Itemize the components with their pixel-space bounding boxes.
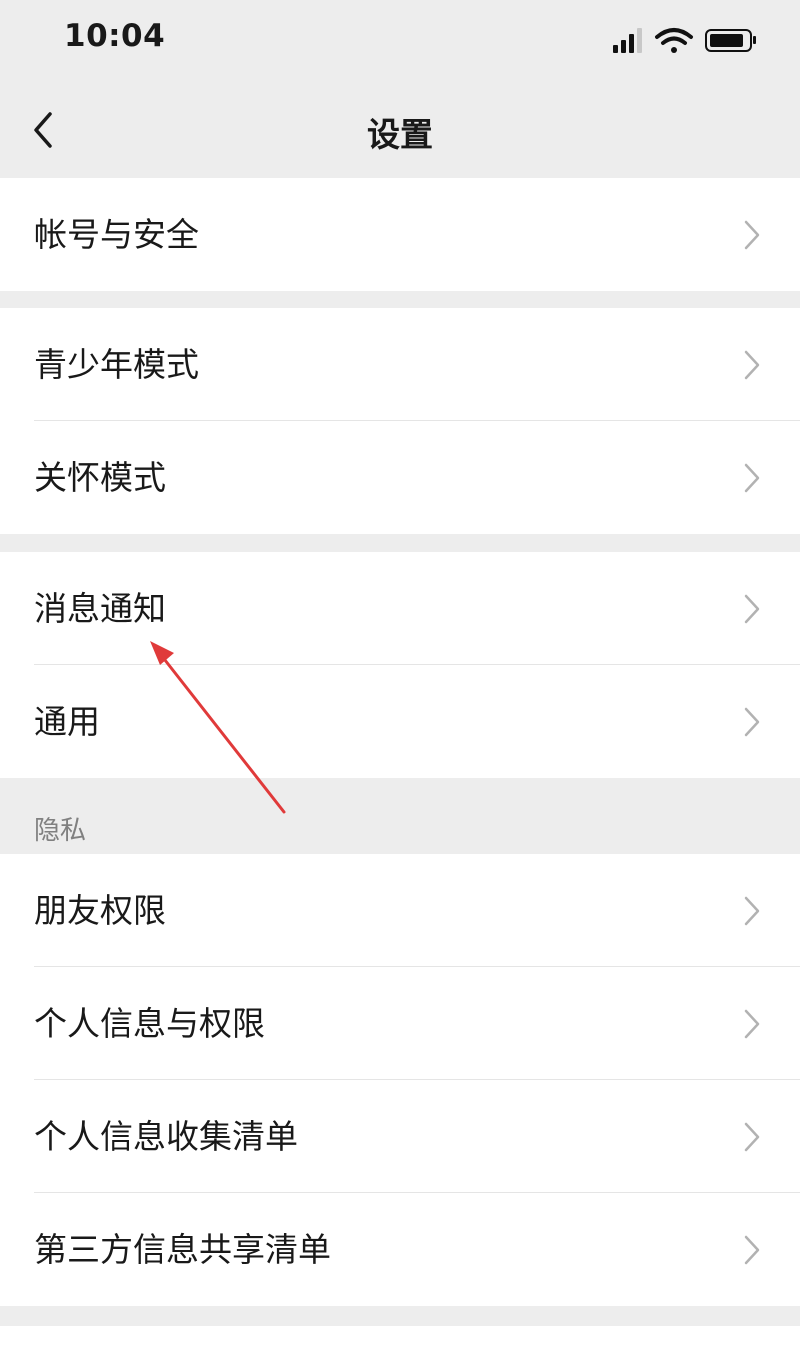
settings-item-label: 关怀模式: [34, 458, 166, 497]
status-icons: [613, 28, 756, 53]
chevron-right-icon: [744, 1009, 760, 1039]
chevron-right-icon: [744, 220, 760, 250]
page-title: 设置: [367, 115, 433, 154]
chevron-right-icon: [744, 594, 760, 624]
settings-item-teen-mode[interactable]: 青少年模式: [0, 308, 800, 421]
status-bar: 10:04: [0, 0, 800, 80]
chevron-right-icon: [744, 896, 760, 926]
settings-group-general: 消息通知 通用: [0, 552, 800, 778]
settings-item-label: 帐号与安全: [34, 215, 199, 254]
settings-item-care-mode[interactable]: 关怀模式: [0, 421, 800, 534]
settings-group-modes: 青少年模式 关怀模式: [0, 308, 800, 534]
settings-group-privacy: 朋友权限 个人信息与权限 个人信息收集清单 第三方信息共享清单: [0, 854, 800, 1306]
settings-item-friend-permissions[interactable]: 朋友权限: [0, 854, 800, 967]
settings-item-label: 个人信息收集清单: [34, 1117, 298, 1156]
nav-bar: 设置: [0, 80, 800, 178]
settings-group-next: [0, 1326, 800, 1366]
cellular-signal-icon: [613, 28, 642, 53]
settings-item-label: 消息通知: [34, 589, 166, 628]
chevron-right-icon: [744, 463, 760, 493]
settings-item-label: 个人信息与权限: [34, 1004, 265, 1043]
settings-item-label: 第三方信息共享清单: [34, 1230, 331, 1269]
chevron-right-icon: [744, 707, 760, 737]
settings-item-label: 通用: [34, 702, 100, 741]
settings-item-label: 朋友权限: [34, 891, 166, 930]
settings-item-third-party-sharing-list[interactable]: 第三方信息共享清单: [0, 1193, 800, 1306]
settings-item-general[interactable]: 通用: [0, 665, 800, 778]
settings-group-account: 帐号与安全: [0, 178, 800, 291]
battery-icon: [705, 29, 756, 52]
settings-item-notifications[interactable]: 消息通知: [0, 552, 800, 665]
chevron-right-icon: [744, 350, 760, 380]
status-time: 10:04: [64, 18, 166, 54]
chevron-right-icon: [744, 1122, 760, 1152]
wifi-icon: [655, 28, 693, 53]
settings-item-personal-info-list[interactable]: 个人信息收集清单: [0, 1080, 800, 1193]
settings-item-label: 青少年模式: [34, 345, 199, 384]
chevron-right-icon: [744, 1235, 760, 1265]
section-header-privacy: 隐私: [34, 816, 87, 846]
settings-item-account-security[interactable]: 帐号与安全: [0, 178, 800, 291]
settings-item-personal-info-permissions[interactable]: 个人信息与权限: [0, 967, 800, 1080]
